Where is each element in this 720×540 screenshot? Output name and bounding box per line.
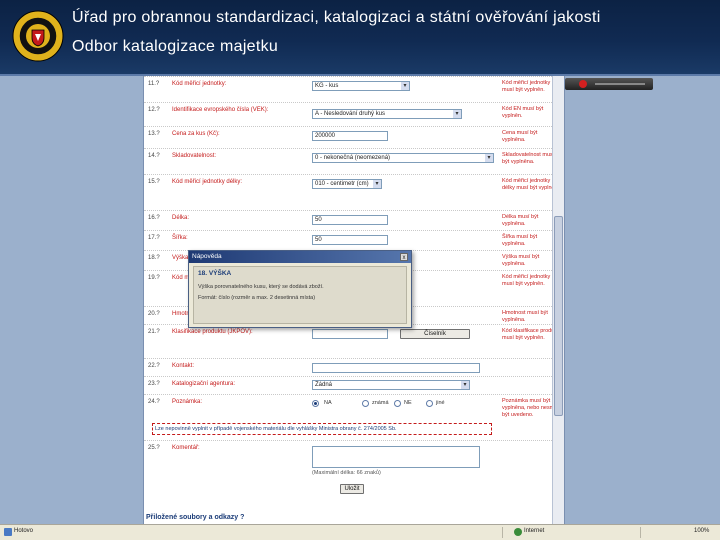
help-link[interactable]: 23.? <box>148 381 160 387</box>
field-label: Kód měřicí jednotky délky: <box>172 179 243 185</box>
form-row-22: 22.? Kontakt: <box>144 358 564 376</box>
form-row-16: 16.? Délka: 50 Délka musí být vyplněna. <box>144 210 564 230</box>
form-row-14: 14.? Skladovatelnost: 0 - nekonečná (neo… <box>144 148 564 174</box>
attachments-heading[interactable]: Přiložené soubory a odkazy ? <box>146 514 244 521</box>
page-subtitle: Odbor katalogizace majetku <box>72 38 279 55</box>
help-link[interactable]: 12.? <box>148 107 160 113</box>
form-row-21: 21.? Klasifikace produktu (JKPOV): Čísel… <box>144 324 564 358</box>
zoom-level[interactable]: 100% <box>694 528 709 534</box>
progress-track <box>595 83 645 85</box>
classification-input[interactable] <box>312 329 388 339</box>
header-banner: Úřad pro obrannou standardizaci, katalog… <box>0 0 720 76</box>
form-row-11: 11.? Kód měřicí jednotky: KG - kus Kód m… <box>144 76 564 98</box>
popup-body: 18. VÝŠKA Výška porovnatelného kusu, kte… <box>193 266 407 324</box>
agency-select[interactable]: Žádná <box>312 380 470 390</box>
popup-line: Výška porovnatelného kusu, který se dodá… <box>198 284 324 290</box>
form-row-12: 12.? Identifikace evropského čísla (VEK)… <box>144 102 564 124</box>
radio-na[interactable] <box>312 400 319 407</box>
help-link[interactable]: 21.? <box>148 329 160 335</box>
radio-label: známá <box>372 400 389 406</box>
security-zone: Internet <box>524 528 545 534</box>
help-link[interactable]: 20.? <box>148 311 160 317</box>
help-link[interactable]: 15.? <box>148 179 160 185</box>
field-label: Katalogizační agentura: <box>172 381 236 387</box>
browser-viewport: 11.? Kód měřicí jednotky: KG - kus Kód m… <box>0 76 720 524</box>
page-icon <box>4 528 12 536</box>
submit-button[interactable]: Uložit <box>340 484 364 494</box>
field-label: Identifikace evropského čísla (VEK): <box>172 107 269 113</box>
field-label: Šířka: <box>172 235 188 241</box>
vek-select[interactable]: A - Nesledování druhý kus <box>312 109 462 119</box>
page-title: Úřad pro obrannou standardizaci, katalog… <box>72 9 601 26</box>
radio-other[interactable] <box>426 400 433 407</box>
field-label: Délka: <box>172 215 190 221</box>
help-link[interactable]: 14.? <box>148 153 160 159</box>
help-link[interactable]: 24.? <box>148 399 160 405</box>
help-link[interactable]: 13.? <box>148 131 160 137</box>
shelf-life-select[interactable]: 0 - nekonečná (neomezená) <box>312 153 494 163</box>
help-link[interactable]: 18.? <box>148 255 160 261</box>
radio-label: jiné <box>436 400 445 406</box>
width-input[interactable]: 50 <box>312 235 388 245</box>
media-toolbar[interactable] <box>565 78 653 90</box>
status-text: Hotovo <box>14 528 34 534</box>
field-label: Komentář: <box>172 445 200 451</box>
record-icon[interactable] <box>579 80 587 88</box>
help-link[interactable]: 16.? <box>148 215 160 221</box>
help-link[interactable]: 11.? <box>148 81 159 87</box>
agency-emblem-icon <box>12 10 64 62</box>
form-row-23: 23.? Katalogizační agentura: Žádná <box>144 376 564 394</box>
length-unit-select[interactable]: 010 - centimetr (cm) <box>312 179 382 189</box>
form-row-13: 13.? Cena za kus (Kč): 200000 Cena musí … <box>144 126 564 148</box>
field-label: Kód měřicí jednotky: <box>172 81 227 87</box>
price-input[interactable]: 200000 <box>312 131 388 141</box>
radio-label: NE <box>404 400 412 406</box>
field-label: Poznámka: <box>172 399 203 405</box>
radio-no[interactable] <box>394 400 401 407</box>
popup-heading: 18. VÝŠKA <box>198 270 232 277</box>
help-link[interactable]: 19.? <box>148 275 160 281</box>
unit-select[interactable]: KG - kus <box>312 81 410 91</box>
form-row-17: 17.? Šířka: 50 Šířka musí být vyplněna. <box>144 230 564 250</box>
field-label: Klasifikace produktu (JKPOV): <box>172 329 253 335</box>
status-bar: Hotovo Internet 100% <box>0 524 720 540</box>
comment-textarea[interactable] <box>312 446 480 468</box>
form-page: 11.? Kód měřicí jednotky: KG - kus Kód m… <box>143 76 565 524</box>
close-icon[interactable]: x <box>400 253 408 261</box>
help-popup: Nápověda x 18. VÝŠKA Výška porovnatelnéh… <box>188 250 412 328</box>
help-link[interactable]: 22.? <box>148 363 160 369</box>
help-link[interactable]: 17.? <box>148 235 160 241</box>
popup-text: Výška porovnatelného kusu, který se dodá… <box>198 282 398 304</box>
popup-title: Nápověda <box>192 253 222 260</box>
contact-input[interactable] <box>312 363 480 373</box>
vertical-scrollbar[interactable] <box>552 76 564 524</box>
status-divider <box>502 527 503 538</box>
scrollbar-thumb[interactable] <box>554 216 563 416</box>
popup-titlebar[interactable]: Nápověda x <box>189 251 411 263</box>
catalog-lookup-button[interactable]: Číselník <box>400 329 470 339</box>
status-divider <box>640 527 641 538</box>
radio-known[interactable] <box>362 400 369 407</box>
field-label: Skladovatelnost: <box>172 153 217 159</box>
help-link[interactable]: 25.? <box>148 445 160 451</box>
length-input[interactable]: 50 <box>312 215 388 225</box>
military-notice: Lze nepovinně vyplnit v případě vojenské… <box>152 423 492 435</box>
textarea-hint: (Maximální délka: 66 znaků) <box>312 470 381 476</box>
form-row-15: 15.? Kód měřicí jednotky délky: 010 - ce… <box>144 174 564 210</box>
globe-icon <box>514 528 522 536</box>
field-label: Kontakt: <box>172 363 195 369</box>
popup-line: Formát: číslo (rozměr a max. 2 desetinná… <box>198 295 316 301</box>
field-label: Cena za kus (Kč): <box>172 131 220 137</box>
radio-label: NA <box>324 400 332 406</box>
